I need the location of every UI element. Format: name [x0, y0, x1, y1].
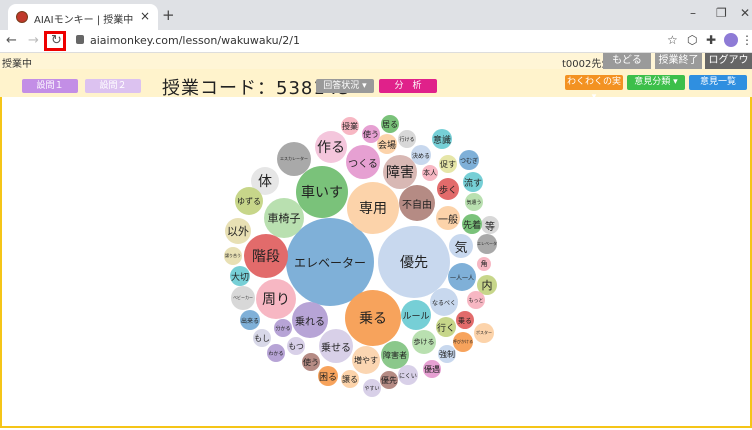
word-bubble[interactable]: 角	[477, 257, 491, 271]
word-bubble[interactable]: つむぎ	[459, 150, 479, 170]
word-bubble[interactable]: 行ける	[398, 130, 416, 148]
word-bubble[interactable]: 大切	[230, 266, 250, 286]
word-bubble[interactable]: 促す	[439, 155, 457, 173]
monkey-favicon-icon	[16, 11, 28, 23]
word-bubble[interactable]: 使う	[362, 125, 380, 143]
word-bubble[interactable]: 階段	[244, 234, 288, 278]
word-bubble[interactable]: 乗る	[345, 290, 401, 346]
end-lesson-button[interactable]: 授業終了	[655, 53, 702, 69]
lesson-status: 授業中	[2, 59, 32, 70]
star-icon[interactable]: ☆	[667, 33, 678, 47]
word-bubble[interactable]: もつ	[287, 337, 305, 355]
analysis-button[interactable]: 分 析	[379, 79, 437, 93]
browser-tab-strip: AIAIモンキー | 授業中 × + – ❐ ✕	[0, 0, 752, 30]
lock-icon	[76, 35, 84, 44]
word-bubble[interactable]: 分かる	[274, 319, 292, 337]
tab-close-icon[interactable]: ×	[140, 9, 150, 23]
back-button[interactable]: もどる	[603, 53, 651, 69]
word-bubble[interactable]: 授業	[341, 117, 359, 135]
new-tab-icon[interactable]: +	[162, 6, 175, 24]
profile-avatar[interactable]	[724, 33, 738, 47]
word-bubble[interactable]: 乗せる	[319, 329, 353, 363]
question-1-button[interactable]: 設問１	[22, 79, 78, 93]
answer-status-button[interactable]: 回答状況 ▾	[316, 79, 374, 93]
word-bubble[interactable]: 意識	[432, 129, 452, 149]
word-bubble[interactable]: ポスター	[474, 323, 494, 343]
word-bubble[interactable]: 等	[481, 216, 499, 234]
word-bubble[interactable]: 決める	[411, 145, 431, 165]
word-bubble[interactable]: 本人	[422, 165, 438, 181]
back-icon[interactable]: ←	[6, 33, 17, 48]
word-bubble[interactable]: 周り	[256, 279, 296, 319]
word-bubble[interactable]: 譲る	[341, 370, 359, 388]
word-bubble[interactable]: 作る	[315, 131, 347, 163]
word-bubble[interactable]: エスカレーター	[277, 142, 311, 176]
word-bubble[interactable]: にくい	[398, 365, 418, 385]
browser-tab[interactable]: AIAIモンキー | 授業中 ×	[8, 4, 158, 30]
tab-title: AIAIモンキー | 授業中	[34, 15, 134, 26]
word-bubble[interactable]: もし	[253, 329, 271, 347]
word-bubble[interactable]: 専用	[347, 182, 399, 234]
word-bubble[interactable]: 譲り合う	[224, 247, 242, 265]
wakuwaku-button[interactable]: わくわくの実 ▾	[565, 75, 623, 102]
reload-highlight	[44, 31, 66, 51]
word-bubble[interactable]: 優先	[380, 371, 398, 389]
word-bubble[interactable]: 気	[449, 234, 473, 258]
word-bubble[interactable]: 行く	[436, 317, 456, 337]
word-bubble[interactable]: 優遇	[423, 360, 441, 378]
url-field[interactable]: aiaimonkey.com/lesson/wakuwaku/2/1	[90, 34, 300, 47]
forward-icon[interactable]: →	[28, 33, 39, 48]
window-close-icon[interactable]: ✕	[740, 6, 750, 20]
question-2-button[interactable]: 設問２	[85, 79, 141, 93]
word-bubble[interactable]: 出来る	[240, 310, 260, 330]
word-bubble[interactable]: 乗る	[457, 313, 473, 329]
opinion-list-button[interactable]: 意見一覧	[689, 75, 747, 90]
word-bubble[interactable]: 一般	[436, 206, 460, 230]
word-bubble[interactable]: 会場	[377, 134, 397, 154]
word-bubble[interactable]: 優先	[378, 226, 450, 298]
extensions-icon[interactable]: ✚	[706, 33, 716, 47]
word-bubble[interactable]: 車いす	[296, 166, 348, 218]
word-bubble[interactable]: エレベータ	[477, 234, 497, 254]
word-bubble[interactable]: 車椅子	[264, 198, 304, 238]
minimize-icon[interactable]: –	[690, 6, 696, 20]
word-bubble[interactable]: 歩ける	[412, 330, 436, 354]
word-bubble[interactable]: なるべく	[430, 288, 458, 316]
word-bubble[interactable]: 乗れる	[292, 302, 328, 338]
address-bar: ← → ↻ aiaimonkey.com/lesson/wakuwaku/2/1…	[0, 30, 752, 53]
opinion-class-button[interactable]: 意見分類 ▾	[627, 75, 685, 90]
word-bubble[interactable]: 呼びかける	[453, 332, 473, 352]
word-bubble[interactable]: 一人一人	[448, 263, 476, 291]
lesson-toolbar: 設問１ 設問２ 授業コード：538143 回答状況 ▾ 分 析 わくわくの実 ▾…	[0, 69, 752, 102]
word-bubble[interactable]: 困る	[318, 366, 338, 386]
menu-icon[interactable]: ⋮	[741, 33, 752, 47]
app-status-bar: 授業中 t0002先生 もどる 授業終了 ログアウト	[0, 53, 752, 82]
word-bubble[interactable]: やすい	[363, 379, 381, 397]
word-bubble[interactable]: 居る	[381, 115, 399, 133]
word-bubble[interactable]: 強制	[438, 345, 456, 363]
logout-button[interactable]: ログアウト	[705, 53, 752, 82]
word-bubble[interactable]: ゆずる	[235, 187, 263, 215]
word-bubble[interactable]: つくる	[346, 145, 380, 179]
word-bubble[interactable]: 流す	[463, 172, 483, 192]
word-bubble[interactable]: わかる	[267, 344, 285, 362]
word-bubble[interactable]: 気遣う	[465, 193, 483, 211]
word-bubble[interactable]: 不自由	[399, 185, 435, 221]
word-bubble[interactable]: ルール	[401, 300, 431, 330]
word-bubble[interactable]: 歩く	[437, 178, 459, 200]
word-bubble[interactable]: 増やす	[352, 346, 380, 374]
word-bubble[interactable]: ベビーカー	[231, 286, 255, 310]
word-bubble[interactable]: 先着	[462, 214, 482, 234]
word-bubble[interactable]: 以外	[225, 218, 251, 244]
maximize-icon[interactable]: ❐	[716, 6, 727, 20]
tag-icon[interactable]: ⬡	[687, 33, 697, 47]
word-bubble[interactable]: もっと	[467, 291, 485, 309]
word-bubble[interactable]: 使う	[302, 353, 320, 371]
